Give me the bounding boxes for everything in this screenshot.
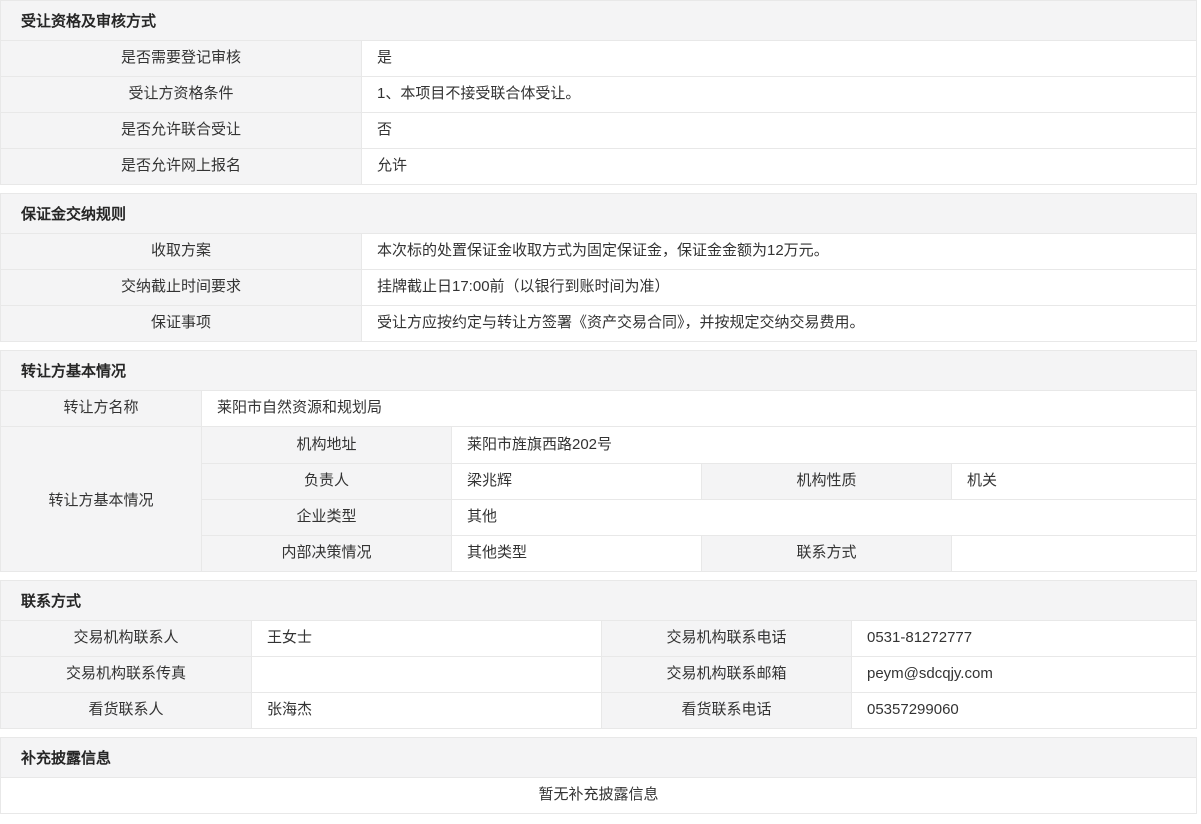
section-transferor-info: 转让方基本情况 转让方名称 莱阳市自然资源和规划局 转让方基本情况 机构地址 莱… xyxy=(0,350,1197,572)
row-label: 转让方名称 xyxy=(1,391,201,426)
section-title: 保证金交纳规则 xyxy=(1,194,1196,233)
row-value: 王女士 xyxy=(251,621,601,656)
row-label: 负责人 xyxy=(201,464,451,499)
group-label: 转让方基本情况 xyxy=(1,427,201,571)
section-title: 受让资格及审核方式 xyxy=(1,1,1196,40)
row-value: 允许 xyxy=(361,149,1196,184)
row-value: 受让方应按约定与转让方签署《资产交易合同》，并按规定交纳交易费用。 xyxy=(361,306,1196,341)
row-label: 是否允许网上报名 xyxy=(1,149,361,184)
table-row: 暂无补充披露信息 xyxy=(1,777,1196,813)
row-value: 其他类型 xyxy=(451,536,701,571)
row-label: 交易机构联系人 xyxy=(1,621,251,656)
row-value: peym@sdcqjy.com xyxy=(851,657,1196,692)
row-label: 机构地址 xyxy=(201,427,451,463)
transferor-detail-group: 转让方基本情况 机构地址 莱阳市旌旗西路202号 负责人 梁兆辉 机构性质 机关… xyxy=(1,426,1196,571)
table-row: 企业类型 其他 xyxy=(201,499,1196,535)
table-row: 收取方案 本次标的处置保证金收取方式为固定保证金，保证金金额为12万元。 xyxy=(1,233,1196,269)
row-label: 是否允许联合受让 xyxy=(1,113,361,148)
row-label: 内部决策情况 xyxy=(201,536,451,571)
row-label: 交易机构联系电话 xyxy=(601,621,851,656)
table-row: 内部决策情况 其他类型 联系方式 xyxy=(201,535,1196,571)
row-label: 交纳截止时间要求 xyxy=(1,270,361,305)
table-row: 交纳截止时间要求 挂牌截止日17:00前（以银行到账时间为准） xyxy=(1,269,1196,305)
row-label: 看货联系人 xyxy=(1,693,251,728)
section-deposit-rules: 保证金交纳规则 收取方案 本次标的处置保证金收取方式为固定保证金，保证金金额为1… xyxy=(0,193,1197,342)
row-value: 张海杰 xyxy=(251,693,601,728)
table-row: 保证事项 受让方应按约定与转让方签署《资产交易合同》，并按规定交纳交易费用。 xyxy=(1,305,1196,341)
row-label: 是否需要登记审核 xyxy=(1,41,361,76)
row-value: 否 xyxy=(361,113,1196,148)
row-label: 看货联系电话 xyxy=(601,693,851,728)
table-row: 交易机构联系人 王女士 交易机构联系电话 0531-81272777 xyxy=(1,620,1196,656)
section-title: 补充披露信息 xyxy=(1,738,1196,777)
table-row: 受让方资格条件 1、本项目不接受联合体受让。 xyxy=(1,76,1196,112)
row-label: 企业类型 xyxy=(201,500,451,535)
section-title: 联系方式 xyxy=(1,581,1196,620)
section-supplementary-disclosure: 补充披露信息 暂无补充披露信息 xyxy=(0,737,1197,814)
row-label: 保证事项 xyxy=(1,306,361,341)
section-title: 转让方基本情况 xyxy=(1,351,1196,390)
row-value: 机关 xyxy=(951,464,1196,499)
row-value: 莱阳市旌旗西路202号 xyxy=(451,427,1196,463)
row-value: 挂牌截止日17:00前（以银行到账时间为准） xyxy=(361,270,1196,305)
table-row: 交易机构联系传真 交易机构联系邮箱 peym@sdcqjy.com xyxy=(1,656,1196,692)
row-value: 莱阳市自然资源和规划局 xyxy=(201,391,1196,426)
row-value: 是 xyxy=(361,41,1196,76)
row-value: 本次标的处置保证金收取方式为固定保证金，保证金金额为12万元。 xyxy=(361,234,1196,269)
empty-disclosure-text: 暂无补充披露信息 xyxy=(1,778,1196,813)
row-label: 机构性质 xyxy=(701,464,951,499)
row-value: 0531-81272777 xyxy=(851,621,1196,656)
table-row: 转让方名称 莱阳市自然资源和规划局 xyxy=(1,390,1196,426)
row-label: 交易机构联系传真 xyxy=(1,657,251,692)
row-label: 联系方式 xyxy=(701,536,951,571)
table-row: 是否允许网上报名 允许 xyxy=(1,148,1196,184)
row-value: 1、本项目不接受联合体受让。 xyxy=(361,77,1196,112)
section-transfer-qualification: 受让资格及审核方式 是否需要登记审核 是 受让方资格条件 1、本项目不接受联合体… xyxy=(0,0,1197,185)
row-value: 其他 xyxy=(451,500,1196,535)
table-row: 是否允许联合受让 否 xyxy=(1,112,1196,148)
table-row: 是否需要登记审核 是 xyxy=(1,40,1196,76)
table-row: 看货联系人 张海杰 看货联系电话 05357299060 xyxy=(1,692,1196,728)
table-row: 负责人 梁兆辉 机构性质 机关 xyxy=(201,463,1196,499)
row-value: 梁兆辉 xyxy=(451,464,701,499)
table-row: 机构地址 莱阳市旌旗西路202号 xyxy=(201,427,1196,463)
asset-listing-detail-page: 受让资格及审核方式 是否需要登记审核 是 受让方资格条件 1、本项目不接受联合体… xyxy=(0,0,1201,814)
row-value: 05357299060 xyxy=(851,693,1196,728)
section-contact-info: 联系方式 交易机构联系人 王女士 交易机构联系电话 0531-81272777 … xyxy=(0,580,1197,729)
row-label: 受让方资格条件 xyxy=(1,77,361,112)
row-value xyxy=(951,536,1196,571)
row-label: 交易机构联系邮箱 xyxy=(601,657,851,692)
row-value xyxy=(251,657,601,692)
row-label: 收取方案 xyxy=(1,234,361,269)
